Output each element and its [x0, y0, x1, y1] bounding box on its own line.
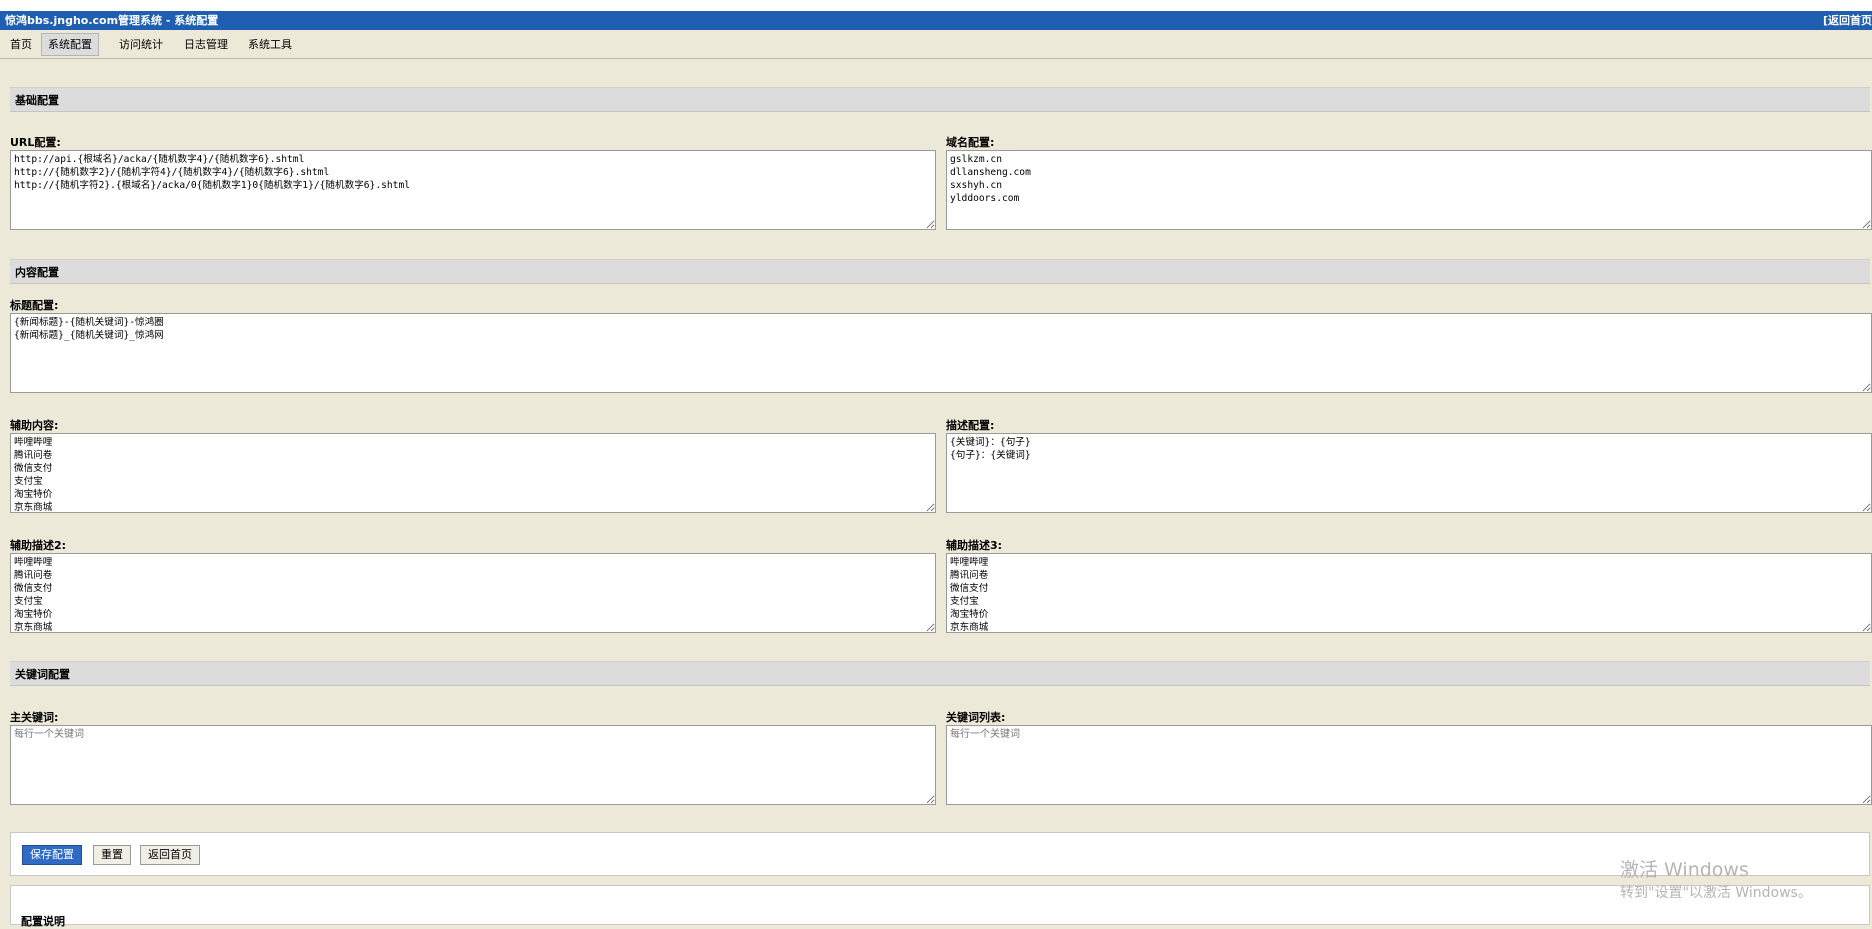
section-title: 基础配置	[15, 94, 59, 107]
section-title: 内容配置	[15, 266, 59, 279]
aux-desc2-label: 辅助描述2:	[10, 539, 67, 552]
section-content-config: 内容配置	[10, 259, 1870, 284]
button-panel: 保存配置 重置 返回首页	[10, 832, 1870, 876]
save-config-button[interactable]: 保存配置	[22, 845, 82, 865]
reset-button[interactable]: 重置	[93, 845, 131, 865]
domain-config-textarea[interactable]	[946, 150, 1872, 230]
title-config-label: 标题配置:	[10, 299, 59, 312]
menu-item-home[interactable]: 首页	[4, 34, 38, 55]
menu-bar: 首页 系统配置 访问统计 日志管理 系统工具	[0, 32, 1872, 59]
activation-watermark-subtitle: 转到"设置"以激活 Windows。	[1620, 885, 1812, 901]
back-home-link[interactable]: [返回首页	[1823, 11, 1872, 30]
activation-watermark-title: 激活 Windows	[1620, 859, 1749, 881]
top-strip	[0, 0, 1872, 11]
aux-content-textarea[interactable]	[10, 433, 936, 513]
menu-item-system-config[interactable]: 系统配置	[41, 33, 99, 56]
aux-desc3-label: 辅助描述3:	[946, 539, 1003, 552]
aux-content-label: 辅助内容:	[10, 419, 59, 432]
config-info-panel: 配置说明	[10, 885, 1870, 928]
description-config-textarea[interactable]	[946, 433, 1872, 513]
url-config-textarea[interactable]	[10, 150, 936, 230]
description-config-label: 描述配置:	[946, 419, 995, 432]
config-info-heading: 配置说明	[21, 915, 65, 928]
title-config-textarea[interactable]	[10, 313, 1872, 393]
menu-item-visit-stats[interactable]: 访问统计	[113, 34, 169, 55]
window-title: 惊鸿bbs.jngho.com管理系统 - 系统配置	[5, 14, 219, 27]
keyword-list-textarea[interactable]	[946, 725, 1872, 805]
main-keyword-label: 主关键词:	[10, 711, 59, 724]
menu-item-log-management[interactable]: 日志管理	[178, 34, 234, 55]
section-basic-config: 基础配置	[10, 87, 1870, 112]
aux-desc3-textarea[interactable]	[946, 553, 1872, 633]
url-config-label: URL配置:	[10, 136, 61, 149]
aux-desc2-textarea[interactable]	[10, 553, 936, 633]
section-title: 关键词配置	[15, 668, 70, 681]
menu-item-system-tools[interactable]: 系统工具	[242, 34, 298, 55]
main-keyword-textarea[interactable]	[10, 725, 936, 805]
section-keyword-config: 关键词配置	[10, 661, 1870, 686]
domain-config-label: 域名配置:	[946, 136, 995, 149]
back-home-button[interactable]: 返回首页	[140, 845, 200, 865]
title-bar: 惊鸿bbs.jngho.com管理系统 - 系统配置 [返回首页	[0, 11, 1872, 30]
keyword-list-label: 关键词列表:	[946, 711, 1006, 724]
